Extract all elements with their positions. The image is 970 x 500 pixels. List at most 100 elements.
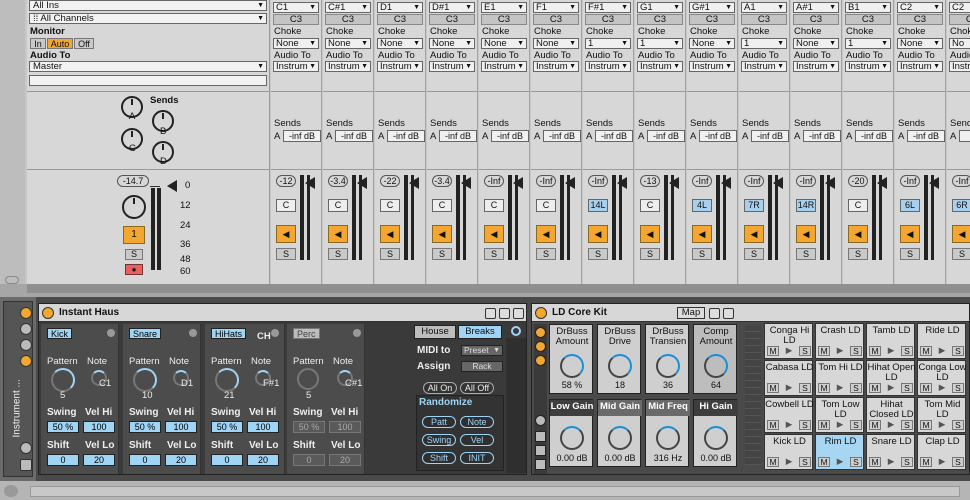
save-preset-icon[interactable]	[20, 459, 32, 471]
macro-knob[interactable]	[560, 354, 584, 378]
pad-solo-button[interactable]: S	[799, 346, 811, 356]
drum-pad[interactable]: Tamb LD M ▶ S	[866, 323, 915, 359]
pad-solo-button[interactable]: S	[799, 420, 811, 430]
chain-note-select[interactable]: C2▼	[949, 2, 970, 13]
send-a-value[interactable]: -inf dB	[595, 130, 633, 142]
chain-volume-value[interactable]: -Inf	[952, 175, 970, 187]
chain-pitch-value[interactable]: C3	[897, 14, 943, 25]
solo-button[interactable]: S	[328, 248, 348, 260]
audio-to-select[interactable]: Instrum ▼	[377, 61, 423, 72]
vel-hi-value[interactable]: 100	[329, 421, 361, 433]
solo-button[interactable]: S	[536, 248, 556, 260]
pad-overview-grid[interactable]	[745, 325, 761, 465]
chain-pan-value[interactable]: C	[536, 199, 556, 212]
pad-play-icon[interactable]: ▶	[936, 383, 948, 393]
device-power-button[interactable]	[535, 307, 547, 319]
chain-note-select[interactable]: G1 ▼	[637, 2, 683, 13]
solo-button[interactable]: S	[380, 248, 400, 260]
shift-value[interactable]: 0	[47, 454, 79, 466]
pad-mute-button[interactable]: M	[869, 383, 881, 393]
show-devices-icon[interactable]	[20, 355, 32, 367]
volume-slider-handle[interactable]	[877, 177, 887, 189]
chain-volume-value[interactable]: -13	[640, 175, 660, 187]
pad-mute-button[interactable]: M	[767, 346, 779, 356]
pad-mute-button[interactable]: M	[869, 420, 881, 430]
pad-solo-button[interactable]: S	[850, 383, 862, 393]
send-a-value[interactable]: -inf dB	[543, 130, 581, 142]
macro-knob[interactable]	[656, 426, 680, 450]
rack-settings-icon[interactable]	[20, 442, 32, 454]
speaker-icon[interactable]: ◀	[744, 225, 764, 243]
pad-play-icon[interactable]: ▶	[783, 420, 795, 430]
macro-knob[interactable]	[560, 426, 584, 450]
drum-pad[interactable]: Tom Hi LD M ▶ S	[815, 360, 864, 396]
all-off-button[interactable]: All Off	[460, 382, 494, 394]
assign-select[interactable]: Rack	[461, 361, 503, 372]
chain-volume-value[interactable]: -Inf	[484, 175, 504, 187]
pad-solo-button[interactable]: S	[901, 457, 913, 467]
chain-volume-value[interactable]: -Inf	[796, 175, 816, 187]
speaker-icon[interactable]: ◀	[536, 225, 556, 243]
send-a-value[interactable]: -inf dB	[283, 130, 321, 142]
shift-value[interactable]: 0	[293, 454, 325, 466]
chain-note-select[interactable]: D#1 ▼	[429, 2, 475, 13]
show-chains-icon[interactable]	[535, 341, 546, 352]
slot-name-chip[interactable]: Snare	[129, 328, 162, 339]
pad-play-icon[interactable]: ▶	[834, 346, 846, 356]
pad-play-icon[interactable]: ▶	[885, 457, 897, 467]
drum-pad[interactable]: Ride LD M ▶ S	[917, 323, 966, 359]
pad-play-icon[interactable]: ▶	[936, 457, 948, 467]
pad-play-icon[interactable]: ▶	[885, 346, 897, 356]
speaker-icon[interactable]: ◀	[380, 225, 400, 243]
speaker-icon[interactable]: ◀	[484, 225, 504, 243]
pad-solo-button[interactable]: S	[901, 420, 913, 430]
solo-button[interactable]: S	[484, 248, 504, 260]
solo-button[interactable]: S	[432, 248, 452, 260]
choke-select[interactable]: None ▼	[273, 38, 319, 49]
randomize-velocity-button[interactable]: Vel	[460, 434, 494, 446]
volume-slider-handle[interactable]	[305, 177, 315, 189]
send-a-value[interactable]: -inf dB	[907, 130, 945, 142]
swing-value[interactable]: 50 %	[293, 421, 325, 433]
macro-knob[interactable]	[656, 354, 680, 378]
pad-solo-button[interactable]: S	[952, 420, 964, 430]
volume-slider-handle[interactable]	[167, 180, 177, 192]
volume-slider-handle[interactable]	[773, 177, 783, 189]
volume-slider-handle[interactable]	[409, 177, 419, 189]
slot-led-icon[interactable]	[271, 329, 279, 337]
pad-solo-button[interactable]: S	[952, 457, 964, 467]
randomize-shift-button[interactable]: Shift	[422, 452, 456, 464]
solo-button[interactable]: S	[276, 248, 296, 260]
solo-button[interactable]: S	[744, 248, 764, 260]
swing-value[interactable]: 50 %	[211, 421, 243, 433]
pad-solo-button[interactable]: S	[850, 457, 862, 467]
chain-note-select[interactable]: F1 ▼	[533, 2, 579, 13]
style-tab-house[interactable]: House	[414, 325, 456, 339]
show-devices-icon[interactable]	[535, 355, 546, 366]
solo-button[interactable]: S	[900, 248, 920, 260]
chain-volume-value[interactable]: -Inf	[692, 175, 712, 187]
chain-pan-value[interactable]: C	[848, 199, 868, 212]
choke-select[interactable]: None ▼	[481, 38, 527, 49]
chain-note-select[interactable]: B1 ▼	[845, 2, 891, 13]
slot-led-icon[interactable]	[353, 329, 361, 337]
volume-slider-handle[interactable]	[461, 177, 471, 189]
chain-pitch-value[interactable]: C3	[741, 14, 787, 25]
solo-button[interactable]: S	[796, 248, 816, 260]
chain-note-select[interactable]: F#1 ▼	[585, 2, 631, 13]
choke-select[interactable]: None ▼	[429, 38, 475, 49]
vel-lo-value[interactable]: 20	[329, 454, 361, 466]
send-a-value[interactable]: -inf dB	[335, 130, 373, 142]
pad-play-icon[interactable]: ▶	[834, 457, 846, 467]
input-channel-select[interactable]: ⁞⁞ All Channels ▼	[29, 13, 267, 24]
save-icon[interactable]	[513, 308, 524, 319]
chain-volume-value[interactable]: -20	[848, 175, 868, 187]
pad-mute-button[interactable]: M	[767, 420, 779, 430]
audio-to-select[interactable]: Instr▼	[949, 61, 970, 72]
pad-mute-button[interactable]: M	[818, 383, 830, 393]
chain-note-select[interactable]: C#1 ▼	[325, 2, 371, 13]
pad-solo-button[interactable]: S	[952, 346, 964, 356]
chain-pitch-value[interactable]: C3	[273, 14, 319, 25]
solo-button[interactable]: S	[588, 248, 608, 260]
choke-select[interactable]: No▼	[949, 38, 970, 49]
